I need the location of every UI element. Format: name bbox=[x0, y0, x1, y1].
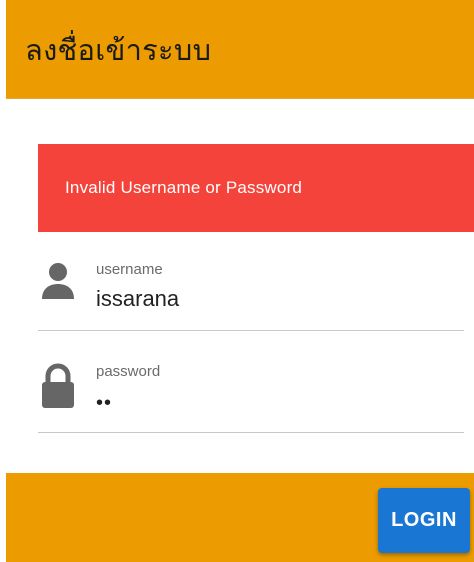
person-icon bbox=[38, 255, 78, 305]
password-field[interactable]: password •• bbox=[38, 357, 464, 433]
dialog-header: ลงชื่อเข้าระบบ bbox=[6, 0, 474, 99]
username-label: username bbox=[96, 261, 163, 278]
lock-icon bbox=[38, 357, 78, 408]
username-field[interactable]: username issarana bbox=[38, 255, 464, 331]
login-button[interactable]: LOGIN bbox=[378, 488, 470, 553]
error-alert: Invalid Username or Password bbox=[38, 144, 474, 232]
dialog-footer: LOGIN bbox=[6, 473, 474, 562]
login-dialog: ลงชื่อเข้าระบบ Invalid Username or Passw… bbox=[6, 0, 474, 562]
error-message: Invalid Username or Password bbox=[65, 178, 303, 197]
password-input[interactable]: •• bbox=[96, 389, 112, 417]
password-label: password bbox=[96, 363, 161, 380]
username-input[interactable]: issarana bbox=[96, 285, 179, 313]
dialog-title: ลงชื่อเข้าระบบ bbox=[25, 33, 212, 67]
